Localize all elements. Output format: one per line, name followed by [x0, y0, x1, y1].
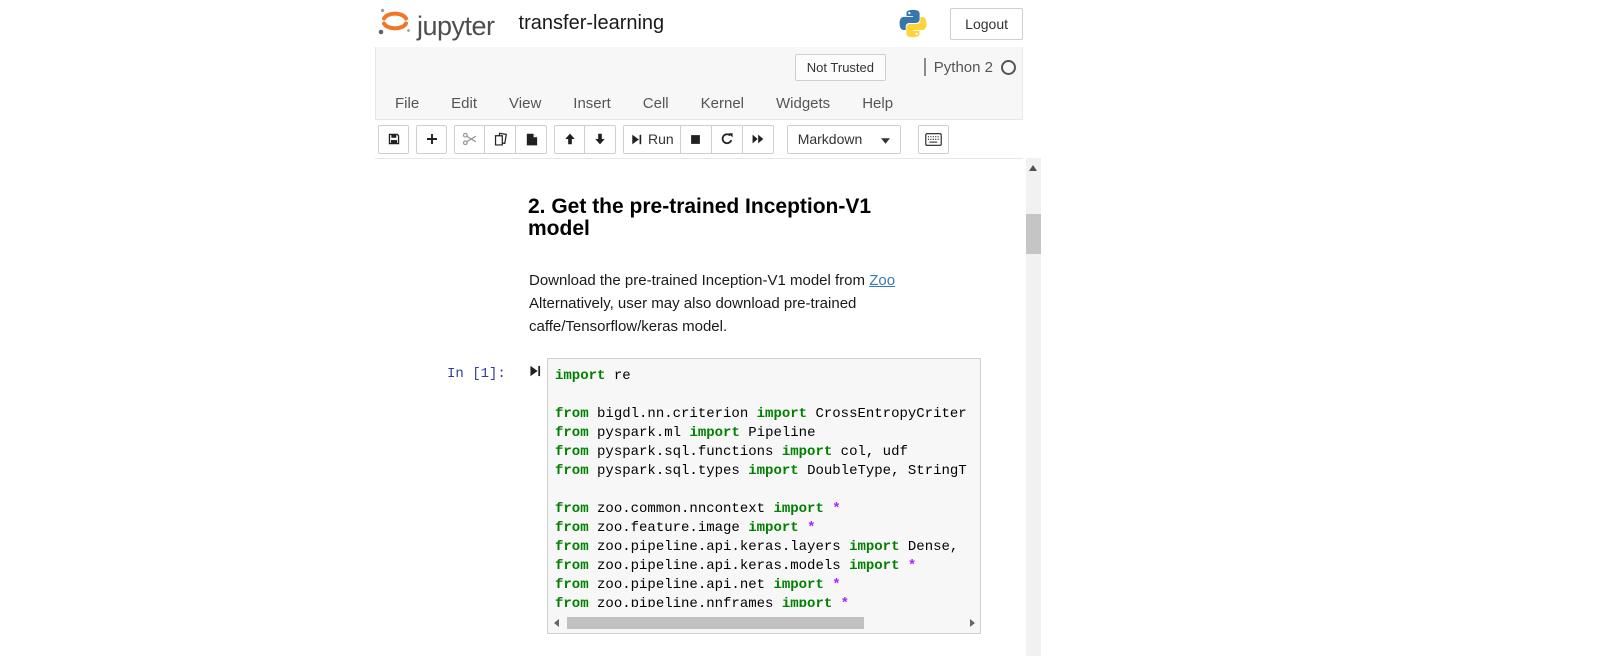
menu-item-widgets[interactable]: Widgets — [760, 88, 846, 119]
code-line: from zoo.pipeline.api.keras.models impor… — [555, 557, 980, 576]
restart-kernel-button[interactable] — [712, 125, 743, 154]
copy-icon — [493, 132, 508, 147]
toolbar-button-groups: Run — [378, 125, 774, 154]
cut-cells-button[interactable] — [454, 125, 485, 154]
paragraph-text: Download the pre-trained Inception-V1 mo… — [529, 272, 869, 289]
toolbar: Run Markdown — [375, 120, 1023, 158]
code-line: from zoo.pipeline.api.keras.layers impor… — [555, 538, 980, 557]
jupyter-logo[interactable]: jupyter — [375, 5, 495, 42]
code-line: from zoo.pipeline.nnframes import * — [555, 595, 980, 607]
arrow-down-icon — [593, 132, 607, 146]
scroll-left-arrow[interactable] — [549, 614, 563, 632]
paste-cells-button[interactable] — [516, 125, 547, 154]
move-cell-up-button[interactable] — [554, 125, 585, 154]
caret-down-icon — [881, 131, 890, 147]
plus-icon — [425, 132, 439, 146]
cell-type-value: Markdown — [798, 131, 863, 147]
code-line — [555, 481, 980, 500]
interrupt-kernel-button[interactable] — [681, 125, 712, 154]
horizontal-scroll-thumb[interactable] — [567, 617, 864, 629]
menu-item-cell[interactable]: Cell — [627, 88, 685, 119]
notebook-header: jupyter transfer-learning Logout — [375, 0, 1023, 47]
cell-type-select[interactable]: Markdown — [787, 125, 901, 154]
paste-icon — [524, 132, 539, 147]
vertical-scrollbar[interactable] — [1026, 158, 1041, 656]
scroll-up-arrow[interactable] — [1029, 165, 1037, 171]
paragraph-text: Alternatively, user may also download pr… — [529, 295, 856, 312]
trust-status-button[interactable]: Not Trusted — [795, 54, 886, 81]
python-logo-icon — [898, 8, 928, 39]
header-right: Logout — [898, 8, 1023, 40]
code-line: import re — [555, 367, 980, 386]
kernel-idle-icon — [1001, 60, 1016, 75]
run-cell-marker-icon[interactable] — [528, 364, 542, 378]
code-editor[interactable]: import re from bigdl.nn.criterion import… — [547, 358, 981, 634]
menu-item-kernel[interactable]: Kernel — [685, 88, 760, 119]
code-line: from zoo.feature.image import * — [555, 519, 980, 538]
code-line: from pyspark.sql.types import DoubleType… — [555, 462, 980, 481]
scissors-icon — [462, 131, 478, 147]
code-line: from pyspark.ml import Pipeline — [555, 424, 980, 443]
markdown-paragraph: Download the pre-trained Inception-V1 mo… — [529, 269, 895, 338]
scroll-right-arrow[interactable] — [965, 614, 979, 632]
code-line: from zoo.common.nncontext import * — [555, 500, 980, 519]
code-line: from bigdl.nn.criterion import CrossEntr… — [555, 405, 980, 424]
fast-forward-icon — [751, 132, 765, 146]
code-line — [555, 386, 980, 405]
stop-icon — [689, 133, 702, 146]
menu-item-help[interactable]: Help — [846, 88, 909, 119]
vertical-scroll-thumb[interactable] — [1026, 214, 1041, 254]
input-prompt: In [1]: — [447, 366, 506, 382]
notebook-area: 2. Get the pre-trained Inception-V1 mode… — [375, 158, 1023, 656]
run-cell-button[interactable]: Run — [623, 125, 681, 154]
run-icon — [630, 133, 643, 146]
code-line: from zoo.pipeline.api.net import * — [555, 576, 980, 595]
markdown-heading: 2. Get the pre-trained Inception-V1 mode… — [528, 196, 884, 240]
paragraph-text: caffe/Tensorflow/keras model. — [529, 318, 727, 335]
kernel-indicator: Python 2 — [924, 58, 1016, 76]
jupyter-logo-icon — [375, 5, 415, 42]
code-content: import re from bigdl.nn.criterion import… — [548, 359, 980, 607]
code-line: from pyspark.sql.functions import col, u… — [555, 443, 980, 462]
kernel-name: Python 2 — [934, 59, 993, 76]
paragraph-line: Download the pre-trained Inception-V1 mo… — [529, 269, 895, 292]
zoo-link[interactable]: Zoo — [869, 272, 895, 289]
menu-item-insert[interactable]: Insert — [557, 88, 627, 119]
menu-bar: FileEditViewInsertCellKernelWidgetsHelp — [376, 88, 909, 119]
horizontal-scroll-track[interactable] — [563, 614, 965, 632]
logout-button[interactable]: Logout — [950, 8, 1023, 40]
insert-cell-below-button[interactable] — [416, 125, 447, 154]
jupyter-wordmark: jupyter — [417, 7, 495, 40]
command-palette-button[interactable] — [918, 125, 949, 154]
horizontal-scrollbar[interactable] — [549, 614, 979, 632]
menu-item-edit[interactable]: Edit — [435, 88, 493, 119]
paragraph-line: Alternatively, user may also download pr… — [529, 292, 895, 315]
save-icon — [387, 132, 401, 146]
run-cell-label: Run — [648, 131, 674, 147]
paragraph-line: caffe/Tensorflow/keras model. — [529, 315, 895, 338]
arrow-up-icon — [563, 132, 577, 146]
save-notebook-button[interactable] — [378, 125, 409, 154]
kernel-separator — [924, 58, 926, 76]
move-cell-down-button[interactable] — [585, 125, 616, 154]
copy-cells-button[interactable] — [485, 125, 516, 154]
restart-icon — [720, 132, 734, 146]
menu-item-file[interactable]: File — [379, 88, 435, 119]
notebook-title[interactable]: transfer-learning — [519, 12, 665, 35]
menu-item-view[interactable]: View — [493, 88, 557, 119]
restart-run-all-button[interactable] — [743, 125, 774, 154]
menu-band: Not Trusted Python 2 FileEditViewInsertC… — [375, 47, 1023, 120]
